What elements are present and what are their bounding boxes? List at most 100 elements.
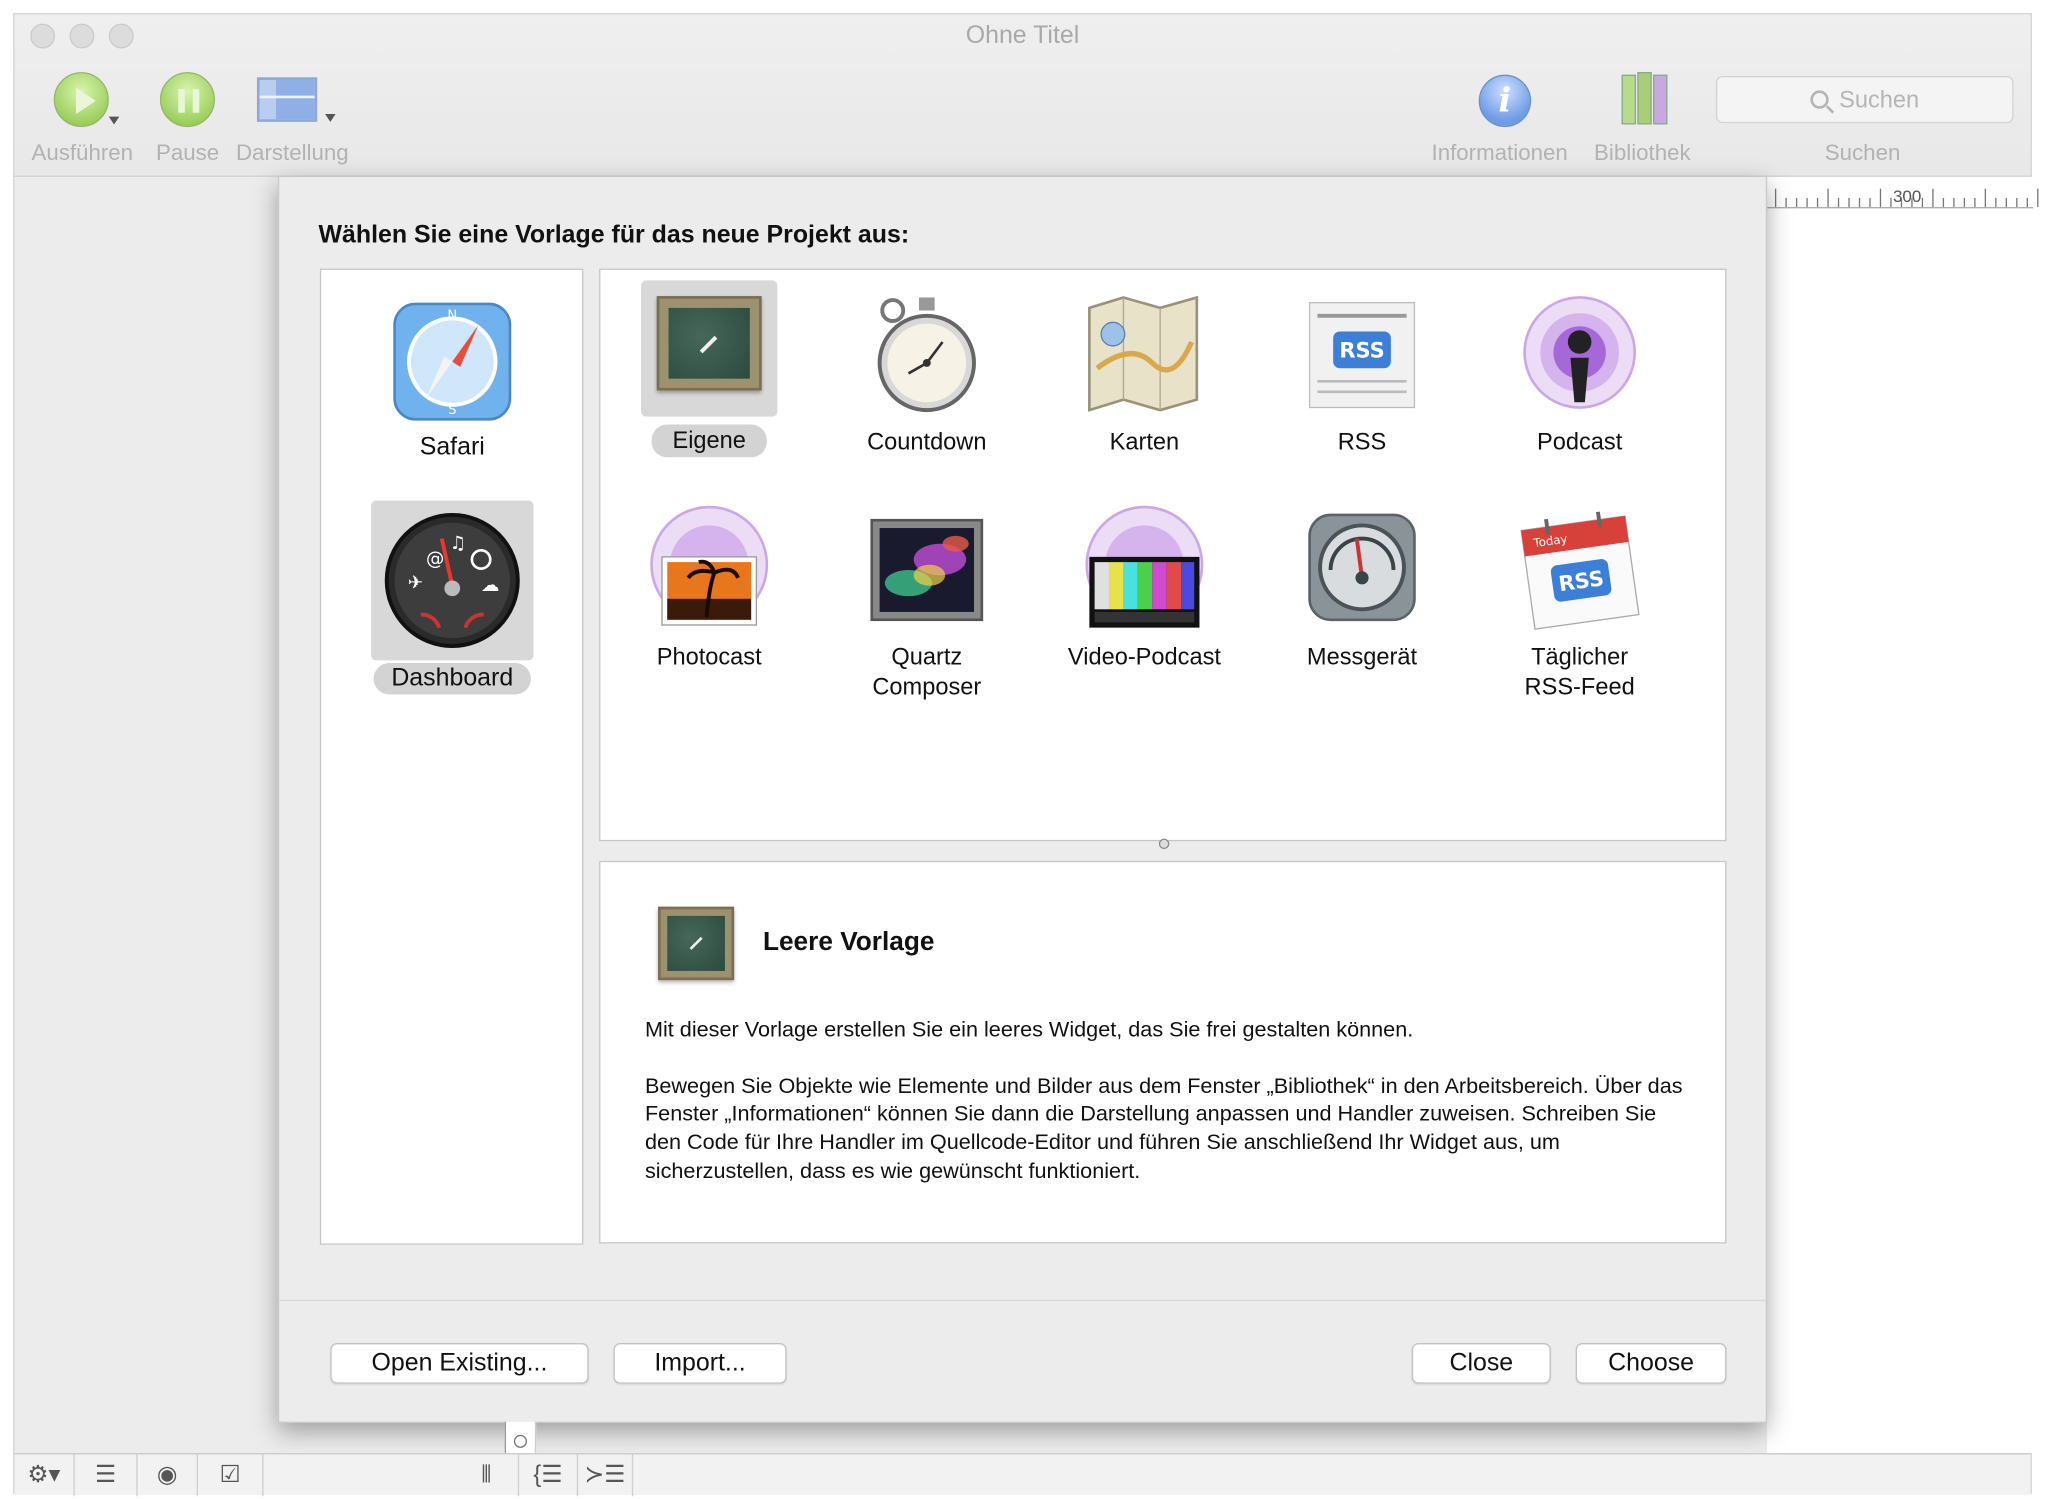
record-icon[interactable]: ◉ bbox=[138, 1454, 198, 1497]
podcast-icon bbox=[1523, 296, 1637, 409]
template-label: Podcast bbox=[1536, 428, 1623, 455]
rss-newspaper-icon: RSS bbox=[1308, 302, 1416, 409]
ruler-tick bbox=[1900, 197, 1903, 208]
template-messgeraet[interactable]: Messgerät bbox=[1264, 503, 1461, 672]
category-label: Dashboard bbox=[372, 663, 532, 695]
template-photocast[interactable]: Photocast bbox=[611, 503, 808, 672]
column-icon[interactable]: ⦀ bbox=[468, 1454, 505, 1496]
ruler-tick bbox=[1953, 197, 1955, 208]
indent-left-icon[interactable]: {☰ bbox=[517, 1454, 579, 1497]
template-video-podcast[interactable]: Video-Podcast bbox=[1046, 503, 1243, 672]
svg-text:☁: ☁ bbox=[481, 575, 499, 596]
ruler-tick bbox=[2005, 197, 2007, 208]
search-icon bbox=[1810, 90, 1829, 109]
template-label: Karten bbox=[1109, 428, 1180, 455]
layout-icon bbox=[256, 77, 318, 122]
template-countdown[interactable]: Countdown bbox=[828, 288, 1025, 457]
ruler-tick bbox=[1911, 197, 1913, 208]
category-dashboard[interactable]: @ ♫ ✈ ☁ bbox=[370, 500, 534, 661]
template-grid: Eigene Countdown Karten RSS RSS Podcast … bbox=[599, 268, 1727, 842]
category-dashboard-label-wrap: Dashboard bbox=[371, 663, 534, 695]
dialog-heading: Wählen Sie eine Vorlage für das neue Pro… bbox=[318, 221, 910, 249]
template-eigene[interactable]: Eigene bbox=[611, 280, 808, 458]
category-safari[interactable]: N S Safari bbox=[371, 299, 534, 464]
split-view-handle[interactable] bbox=[1158, 838, 1170, 850]
category-list: N S Safari @ ♫ ✈ ☁ Dashboard bbox=[319, 268, 584, 1245]
safari-compass-icon: N S bbox=[393, 302, 512, 421]
view-button[interactable] bbox=[256, 77, 336, 122]
gauge-meter-icon bbox=[1308, 513, 1416, 622]
description-text: Mit dieser Vorlage erstellen Sie ein lee… bbox=[645, 1017, 1694, 1214]
template-taeglicher-rss-feed[interactable]: Today RSS Täglicher RSS-Feed bbox=[1481, 503, 1678, 702]
template-label: Täglicher RSS-Feed bbox=[1524, 643, 1635, 700]
ruler-tick bbox=[1837, 197, 1840, 208]
svg-text:✈: ✈ bbox=[408, 572, 423, 593]
indent-right-icon[interactable]: ≻☰ bbox=[578, 1454, 634, 1497]
ruler-tick bbox=[1816, 197, 1819, 208]
library-label: Bibliothek bbox=[1594, 140, 1691, 166]
ruler-tick bbox=[1942, 197, 1945, 208]
template-label: Video-Podcast bbox=[1067, 643, 1221, 670]
workspace-left bbox=[14, 176, 278, 1454]
template-label: Quartz Composer bbox=[872, 643, 982, 700]
pause-label: Pause bbox=[155, 140, 220, 166]
template-description: Leere Vorlage Mit dieser Vorlage erstell… bbox=[599, 860, 1727, 1244]
ruler-tick bbox=[2016, 197, 2018, 208]
svg-text:S: S bbox=[448, 403, 456, 418]
template-podcast[interactable]: Podcast bbox=[1481, 288, 1678, 457]
ruler-mark: 300 bbox=[1892, 186, 1922, 206]
bottom-toolbar: ⚙▾ ☰ ◉ ☑ ⦀ {☰ ≻☰ bbox=[14, 1453, 2031, 1497]
library-button[interactable] bbox=[1619, 72, 1677, 125]
chevron-down-icon bbox=[108, 116, 120, 125]
info-button[interactable]: i bbox=[1478, 74, 1532, 128]
svg-text:@: @ bbox=[426, 549, 444, 570]
description-paragraph: Mit dieser Vorlage erstellen Sie ein lee… bbox=[644, 1018, 1414, 1042]
template-chooser-dialog: Wählen Sie eine Vorlage für das neue Pro… bbox=[277, 176, 1768, 1423]
svg-text:N: N bbox=[447, 309, 457, 324]
info-icon: i bbox=[1478, 74, 1532, 128]
gear-menu-icon[interactable]: ⚙▾ bbox=[14, 1454, 75, 1497]
choose-button[interactable]: Choose bbox=[1575, 1343, 1727, 1384]
video-podcast-icon bbox=[1085, 505, 1204, 628]
workspace-canvas[interactable] bbox=[1767, 208, 2034, 1454]
calendar-rss-icon: Today RSS bbox=[1520, 511, 1640, 630]
open-existing-button[interactable]: Open Existing... bbox=[330, 1343, 589, 1384]
ruler-tick bbox=[1795, 197, 1798, 208]
close-button[interactable]: Close bbox=[1411, 1343, 1551, 1384]
list-icon[interactable]: ☰ bbox=[75, 1454, 138, 1497]
ruler-tick bbox=[1774, 188, 1777, 208]
checkbox-edit-icon[interactable]: ☑ bbox=[198, 1454, 264, 1497]
ruler-tick bbox=[1879, 188, 1882, 208]
import-button[interactable]: Import... bbox=[613, 1343, 787, 1384]
chalkboard-icon bbox=[656, 296, 762, 391]
ruler-tick bbox=[1984, 188, 1987, 208]
svg-text:♫: ♫ bbox=[450, 533, 466, 554]
template-rss[interactable]: RSS RSS bbox=[1264, 288, 1461, 457]
ruler-tick bbox=[1921, 197, 1924, 208]
ruler-tick bbox=[1974, 197, 1976, 208]
ruler-tick bbox=[1806, 197, 1808, 208]
description-paragraph: Bewegen Sie Objekte wie Elemente und Bil… bbox=[644, 1074, 1683, 1183]
ruler-tick bbox=[1858, 197, 1861, 208]
ruler-tick bbox=[1932, 188, 1934, 208]
horizontal-ruler: 300 bbox=[1767, 176, 2039, 209]
template-label: RSS bbox=[1337, 428, 1387, 455]
quartz-composer-icon bbox=[870, 518, 984, 622]
template-quartz-composer[interactable]: Quartz Composer bbox=[828, 503, 1025, 702]
info-label: Informationen bbox=[1431, 140, 1568, 166]
ruler-tick bbox=[1827, 188, 1829, 208]
titlebar-toolbar: Ohne Titel Ausführen Pause Darstellung i… bbox=[14, 14, 2031, 177]
dialog-separator bbox=[279, 1299, 1766, 1302]
ruler-tick bbox=[1890, 197, 1892, 208]
search-input[interactable]: Suchen bbox=[1715, 75, 2014, 124]
run-button[interactable] bbox=[53, 72, 120, 128]
ruler-tick bbox=[1963, 197, 1966, 208]
template-label: Countdown bbox=[867, 428, 987, 455]
chevron-down-icon bbox=[325, 113, 336, 122]
selection-highlight bbox=[641, 280, 778, 417]
category-label: Safari bbox=[419, 433, 485, 462]
template-karten[interactable]: Karten bbox=[1046, 288, 1243, 457]
window-title: Ohne Titel bbox=[965, 22, 1080, 50]
pause-button[interactable] bbox=[159, 72, 215, 128]
pause-icon bbox=[159, 72, 215, 128]
